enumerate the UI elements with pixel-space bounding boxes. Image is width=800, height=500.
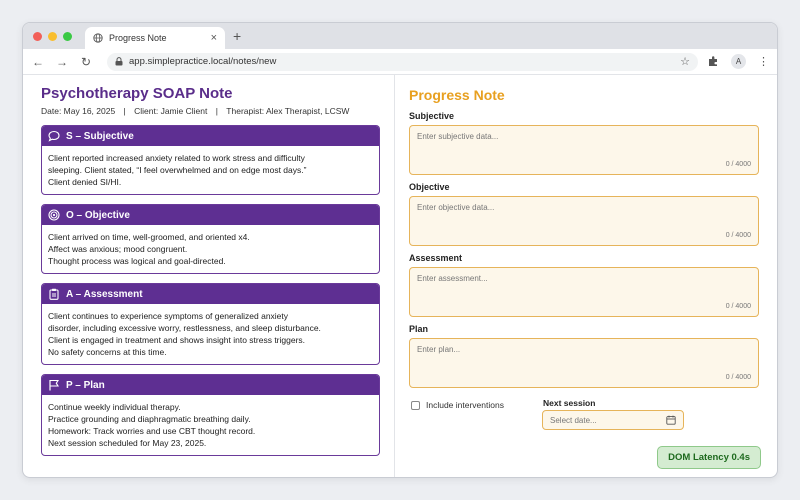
plan-placeholder: Enter plan... — [417, 345, 461, 354]
globe-icon — [93, 33, 103, 43]
browser-window: Progress Note × + ← → ↻ app.simplepracti… — [22, 22, 778, 478]
profile-avatar[interactable]: A — [731, 54, 746, 69]
assessment-field-label: Assessment — [409, 253, 463, 263]
url-text: app.simplepractice.local/notes/new — [129, 56, 277, 67]
back-arrow-icon[interactable]: ← — [31, 55, 45, 69]
note-therapist: Therapist: Alex Therapist, LCSW — [226, 106, 350, 116]
assessment-line: No safety concerns at this time. — [48, 347, 167, 357]
assessment-char-count: 0 / 4000 — [725, 303, 751, 310]
plan-body: Continue weekly individual therapy. Prac… — [42, 395, 379, 455]
forward-arrow-icon[interactable]: → — [55, 55, 69, 69]
plan-line: Homework: Track worries and use CBT thou… — [48, 426, 256, 436]
soap-note-panel: Psychotherapy SOAP Note Date: May 16, 20… — [23, 75, 395, 477]
objective-line: Client arrived on time, well-groomed, an… — [48, 232, 250, 242]
plan-field-label: Plan — [409, 324, 429, 334]
objective-field-label: Objective — [409, 182, 450, 192]
browser-menu-icon[interactable]: ⋮ — [758, 55, 769, 68]
target-icon — [48, 209, 60, 221]
next-session-date-picker[interactable]: Select date... — [542, 410, 684, 430]
progress-note-form: Progress Note Subjective Enter subjectiv… — [395, 75, 777, 477]
extensions-puzzle-icon[interactable] — [708, 56, 719, 67]
chat-bubble-icon — [48, 130, 60, 142]
objective-textarea[interactable]: Enter objective data... 0 / 4000 — [409, 196, 759, 246]
form-footer-row: Include interventions Next session Selec… — [409, 398, 759, 438]
subjective-placeholder: Enter subjective data... — [417, 132, 499, 141]
soap-title: Psychotherapy SOAP Note — [41, 85, 233, 102]
next-session-label: Next session — [543, 398, 596, 408]
subjective-heading: S – Subjective — [66, 130, 134, 142]
assessment-body: Client continues to experience symptoms … — [42, 304, 379, 364]
meta-separator: | — [121, 106, 129, 116]
objective-header: O – Objective — [42, 205, 379, 225]
minimize-window-button[interactable] — [48, 32, 57, 41]
assessment-line: Client continues to experience symptoms … — [48, 311, 289, 321]
reload-icon[interactable]: ↻ — [79, 55, 93, 69]
bookmark-star-icon[interactable]: ☆ — [680, 55, 690, 68]
tab-close-icon[interactable]: × — [211, 32, 217, 44]
subjective-line: Client reported increased anxiety relate… — [48, 153, 305, 163]
objective-placeholder: Enter objective data... — [417, 203, 495, 212]
lock-icon — [115, 57, 123, 66]
objective-body: Client arrived on time, well-groomed, an… — [42, 225, 379, 273]
subjective-header: S – Subjective — [42, 126, 379, 146]
subjective-card: S – Subjective Client reported increased… — [41, 125, 380, 195]
address-bar[interactable]: app.simplepractice.local/notes/new ☆ — [107, 52, 698, 71]
objective-card: O – Objective Client arrived on time, we… — [41, 204, 380, 274]
subjective-line: Client denied SI/HI. — [48, 177, 122, 187]
objective-char-count: 0 / 4000 — [725, 232, 751, 239]
note-date: Date: May 16, 2025 — [41, 106, 116, 116]
plan-header: P – Plan — [42, 375, 379, 395]
plan-card: P – Plan Continue weekly individual ther… — [41, 374, 380, 456]
include-interventions-option[interactable]: Include interventions — [411, 400, 504, 410]
objective-heading: O – Objective — [66, 209, 130, 221]
address-toolbar: ← → ↻ app.simplepractice.local/notes/new… — [23, 49, 777, 75]
plan-line: Continue weekly individual therapy. — [48, 402, 181, 412]
subjective-line: sleeping. Client stated, “I feel overwhe… — [48, 165, 307, 175]
plan-heading: P – Plan — [66, 379, 105, 391]
plan-line: Practice grounding and diaphragmatic bre… — [48, 414, 251, 424]
include-interventions-checkbox[interactable] — [411, 400, 420, 410]
page-content: Psychotherapy SOAP Note Date: May 16, 20… — [23, 75, 777, 477]
clipboard-icon — [49, 288, 59, 300]
new-tab-button[interactable]: + — [233, 27, 241, 45]
tab-strip: Progress Note × + — [23, 23, 777, 49]
include-interventions-label: Include interventions — [426, 400, 504, 410]
assessment-line: disorder, including excessive worry, res… — [48, 323, 321, 333]
tab-title: Progress Note — [109, 33, 167, 43]
plan-line: Next session scheduled for May 23, 2025. — [48, 438, 207, 448]
note-meta: Date: May 16, 2025 | Client: Jamie Clien… — [41, 106, 380, 116]
meta-separator: | — [213, 106, 221, 116]
window-controls — [33, 32, 72, 41]
assessment-header: A – Assessment — [42, 284, 379, 304]
objective-line: Thought process was logical and goal-dir… — [48, 256, 226, 266]
calendar-icon[interactable] — [666, 415, 676, 425]
subjective-field-label: Subjective — [409, 111, 455, 121]
flag-icon — [49, 379, 59, 391]
plan-textarea[interactable]: Enter plan... 0 / 4000 — [409, 338, 759, 388]
maximize-window-button[interactable] — [63, 32, 72, 41]
close-window-button[interactable] — [33, 32, 42, 41]
plan-char-count: 0 / 4000 — [725, 374, 751, 381]
assessment-textarea[interactable]: Enter assessment... 0 / 4000 — [409, 267, 759, 317]
date-placeholder: Select date... — [550, 415, 597, 425]
subjective-char-count: 0 / 4000 — [725, 161, 751, 168]
tab-progress-note[interactable]: Progress Note × — [85, 27, 225, 49]
note-client: Client: Jamie Client — [134, 106, 208, 116]
objective-line: Affect was anxious; mood congruent. — [48, 244, 188, 254]
subjective-body: Client reported increased anxiety relate… — [42, 146, 379, 194]
assessment-heading: A – Assessment — [66, 288, 143, 300]
form-title: Progress Note — [409, 87, 505, 103]
subjective-textarea[interactable]: Enter subjective data... 0 / 4000 — [409, 125, 759, 175]
assessment-placeholder: Enter assessment... — [417, 274, 488, 283]
dom-latency-badge: DOM Latency 0.4s — [657, 446, 761, 469]
assessment-line: Client is engaged in treatment and shows… — [48, 335, 306, 345]
assessment-card: A – Assessment Client continues to exper… — [41, 283, 380, 365]
